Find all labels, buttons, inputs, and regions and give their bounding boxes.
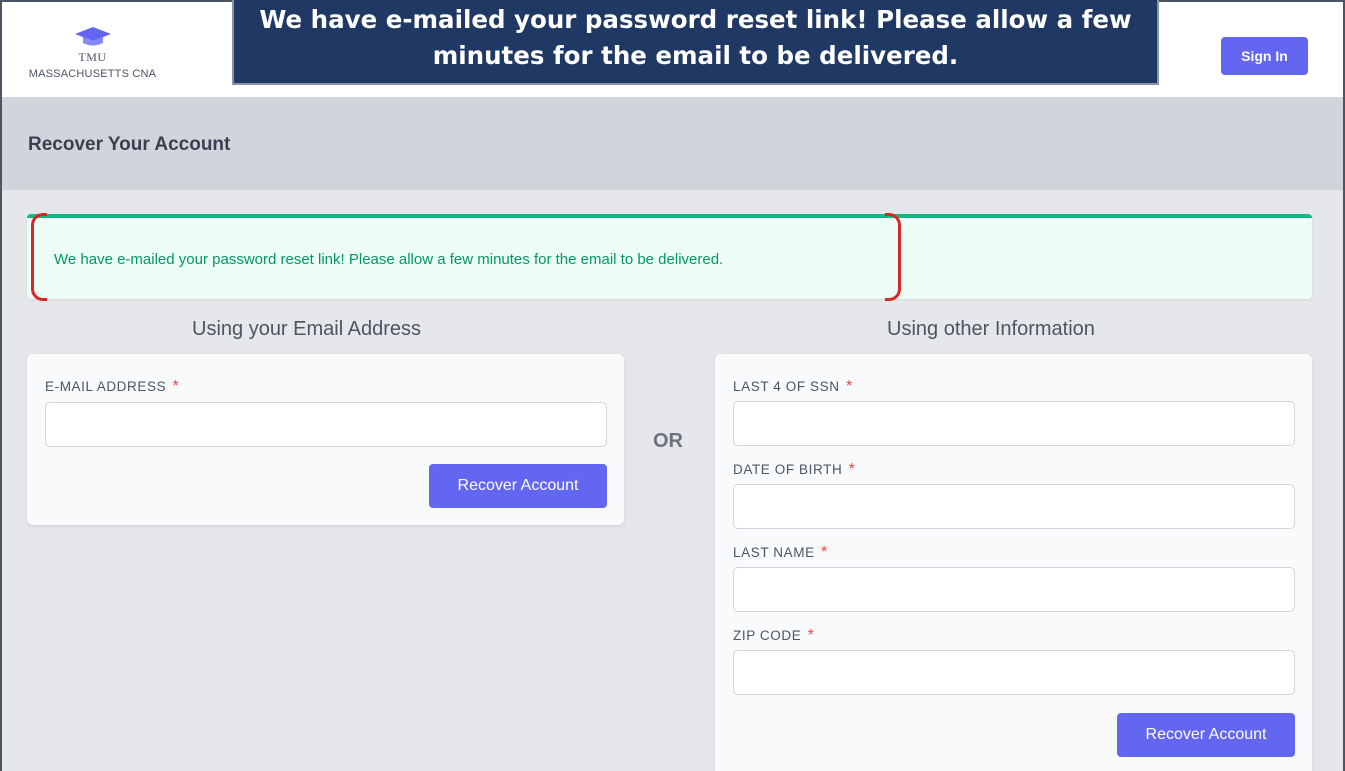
required-marker: * (848, 461, 856, 478)
page-title: Recover Your Account (28, 134, 231, 155)
ssn-field-label: LAST 4 OF SSN * (733, 378, 853, 396)
last-name-input[interactable] (733, 567, 1295, 612)
last-name-label-text: LAST NAME (733, 545, 815, 560)
dob-label-text: DATE OF BIRTH (733, 462, 843, 477)
annotation-bracket-right (885, 213, 901, 301)
brand-logo[interactable]: TMU MASSACHUSETTS CNA (10, 26, 175, 82)
zip-label-text: ZIP CODE (733, 628, 802, 643)
recover-by-email-button[interactable]: Recover Account (429, 464, 607, 508)
date-of-birth-input[interactable] (733, 484, 1295, 529)
success-alert: We have e-mailed your password reset lin… (27, 214, 1312, 299)
page-header: Recover Your Account (2, 98, 1343, 190)
zip-code-input[interactable] (733, 650, 1295, 695)
email-section-title: Using your Email Address (192, 318, 421, 340)
zip-field-label: ZIP CODE * (733, 627, 815, 645)
sign-in-button[interactable]: Sign In (1221, 37, 1308, 75)
email-label-text: E-MAIL ADDRESS (45, 379, 167, 394)
success-alert-message: We have e-mailed your password reset lin… (54, 251, 724, 268)
annotation-bracket-left (31, 213, 47, 301)
recover-by-info-button[interactable]: Recover Account (1117, 713, 1295, 757)
info-recovery-card: LAST 4 OF SSN * DATE OF BIRTH * LAST NAM… (715, 354, 1312, 771)
brand-abbreviation: TMU (78, 50, 107, 64)
email-recovery-card: E-MAIL ADDRESS * Recover Account (27, 354, 624, 525)
app-frame: TMU MASSACHUSETTS CNA Sign In Recover Yo… (0, 0, 1345, 771)
ssn-last4-input[interactable] (733, 401, 1295, 446)
required-marker: * (172, 378, 180, 395)
instruction-callout: We have e-mailed your password reset lin… (232, 0, 1159, 85)
info-section-title: Using other Information (887, 318, 1095, 340)
callout-line-2: minutes for the email to be delivered. (432, 41, 959, 70)
callout-line-1: We have e-mailed your password reset lin… (259, 5, 1132, 34)
brand-name: MASSACHUSETTS CNA (28, 68, 157, 80)
graduation-cap-icon (74, 27, 111, 46)
last-name-field-label: LAST NAME * (733, 544, 828, 562)
required-marker: * (807, 627, 815, 644)
required-marker: * (845, 378, 853, 395)
required-marker: * (821, 544, 828, 561)
email-field-label: E-MAIL ADDRESS * (45, 378, 179, 396)
dob-field-label: DATE OF BIRTH * (733, 461, 856, 479)
ssn-label-text: LAST 4 OF SSN (733, 379, 840, 394)
or-divider: OR (653, 430, 683, 452)
email-input[interactable] (45, 402, 607, 447)
